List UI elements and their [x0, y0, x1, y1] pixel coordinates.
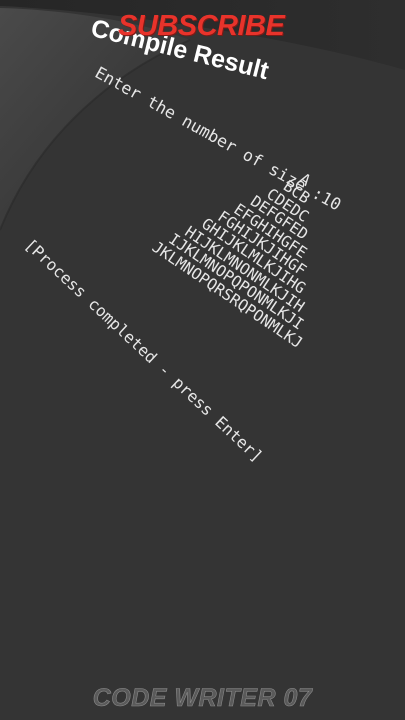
subscribe-banner[interactable]: SUBSCRIBE [118, 10, 285, 43]
channel-watermark: CODE WRITER 07 [92, 684, 313, 713]
screen: Compile Result SUBSCRIBE Enter the numbe… [0, 0, 405, 720]
curved-window-background [0, 0, 405, 720]
